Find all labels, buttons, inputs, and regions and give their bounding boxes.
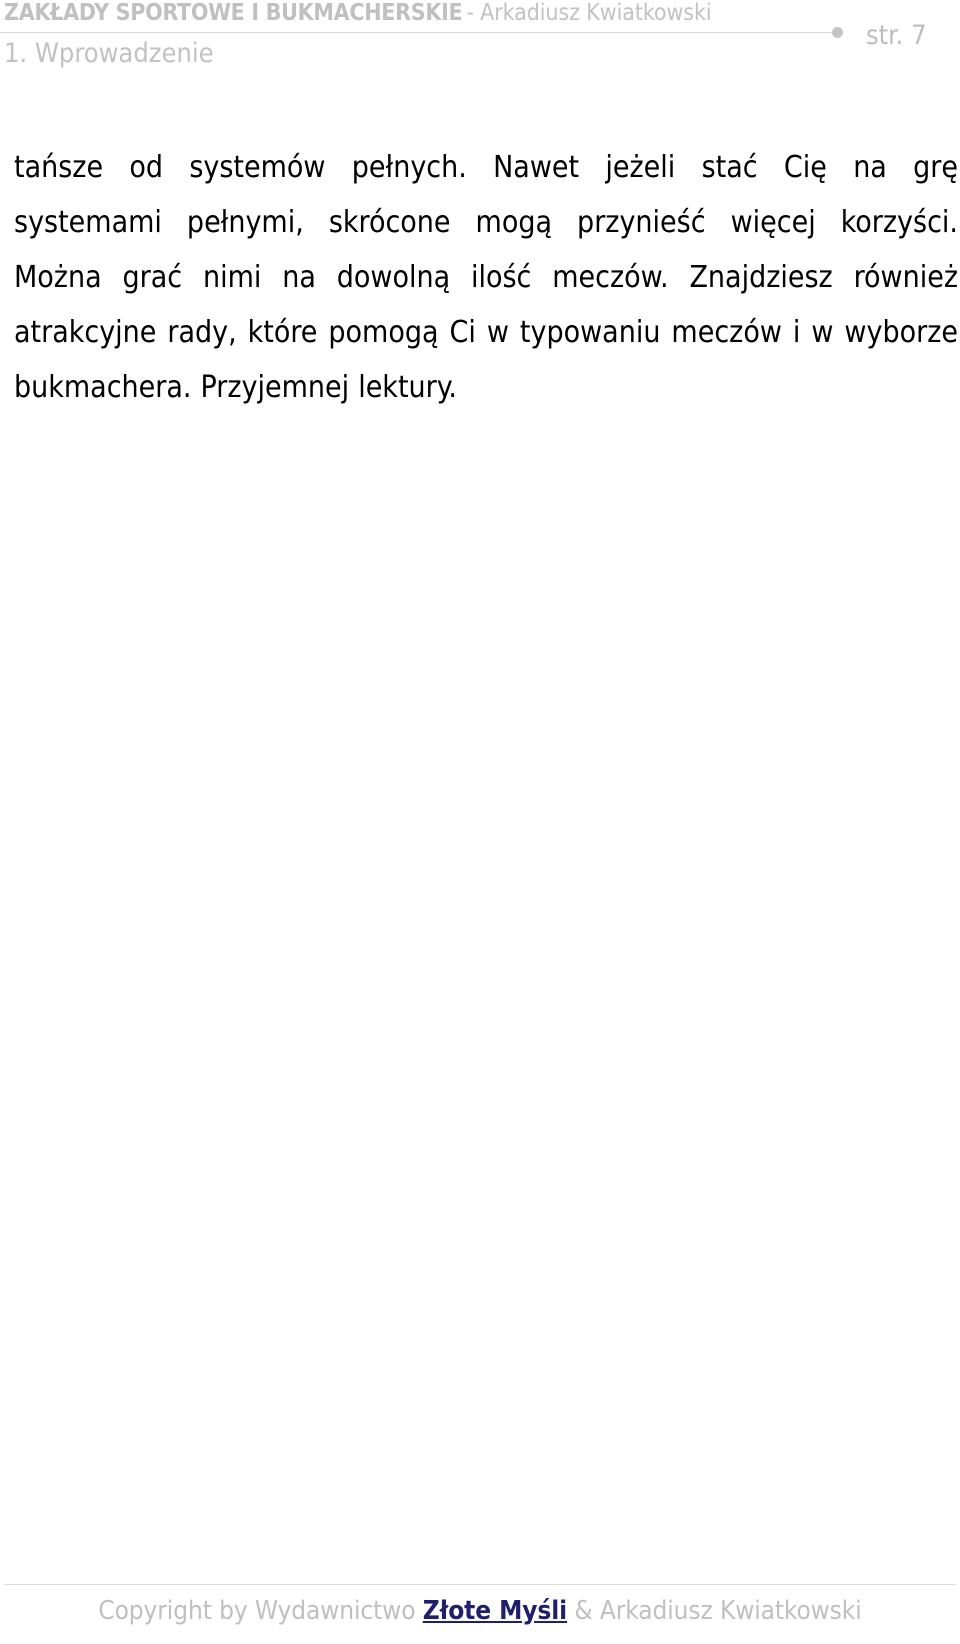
publisher-link[interactable]: Złote Myśli xyxy=(423,1596,567,1626)
page-footer: Copyright by Wydawnictwo Złote Myśli & A… xyxy=(0,1584,960,1644)
header-divider-rule xyxy=(0,32,832,33)
page-body: tańsze od systemów pełnych. Nawet jeżeli… xyxy=(14,140,958,415)
page-number-label: str. 7 xyxy=(866,20,927,51)
header-title-row: ZAKŁADY SPORTOWE I BUKMACHERSKIE - Arkadi… xyxy=(4,0,956,30)
body-paragraph: tańsze od systemów pełnych. Nawet jeżeli… xyxy=(14,150,958,405)
book-title: ZAKŁADY SPORTOWE I BUKMACHERSKIE xyxy=(4,0,463,26)
book-author: - Arkadiusz Kwiatkowski xyxy=(466,0,712,26)
document-page: ZAKŁADY SPORTOWE I BUKMACHERSKIE - Arkadi… xyxy=(0,0,960,1644)
footer-divider-rule xyxy=(4,1584,956,1585)
dot-icon xyxy=(832,27,843,38)
footer-copyright: Copyright by Wydawnictwo Złote Myśli & A… xyxy=(0,1596,960,1626)
footer-copyright-suffix: & Arkadiusz Kwiatkowski xyxy=(567,1596,862,1626)
footer-copyright-prefix: Copyright by Wydawnictwo xyxy=(98,1596,423,1626)
page-header: ZAKŁADY SPORTOWE I BUKMACHERSKIE - Arkadi… xyxy=(0,0,960,96)
section-title: 1. Wprowadzenie xyxy=(4,38,214,69)
